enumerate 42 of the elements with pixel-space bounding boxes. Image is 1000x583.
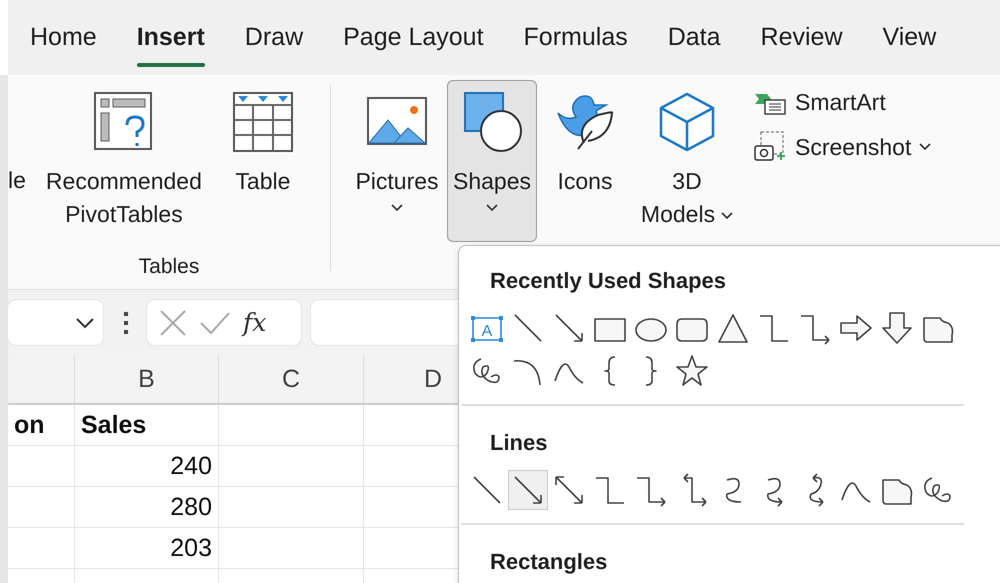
shapes-button[interactable]: Shapes [447, 80, 537, 242]
shape-option[interactable] [508, 470, 548, 510]
ribbon-tab[interactable]: Draw [224, 0, 324, 75]
section-heading: Rectangles [490, 549, 608, 576]
camera-icon [753, 130, 787, 164]
section-heading: Lines [490, 430, 548, 457]
left-brace-icon [603, 355, 617, 387]
more-options-icon[interactable] [123, 310, 129, 334]
ribbon-tab[interactable]: Data [648, 0, 741, 75]
button-label[interactable]: le [8, 167, 26, 195]
table-cell [8, 487, 75, 528]
table-cell: 280 [75, 487, 219, 528]
section-heading: Recently Used Shapes [490, 268, 727, 295]
table-cell: on [8, 405, 75, 446]
table-cell: 203 [75, 528, 219, 569]
pictures-button[interactable]: Pictures [351, 80, 443, 242]
screenshot-button[interactable]: Screenshot [749, 128, 936, 166]
chevron-down-icon [75, 316, 95, 328]
ribbon-tab[interactable]: Formulas [504, 0, 648, 75]
ribbon-tab[interactable]: View [862, 0, 956, 75]
smartart-button[interactable]: SmartArt [749, 87, 936, 118]
column-header[interactable]: C [219, 355, 364, 403]
icons-button[interactable]: Icons [549, 80, 621, 242]
check-icon[interactable] [199, 310, 231, 334]
group-label: Tables [138, 255, 200, 279]
table-cell [8, 528, 75, 569]
star-icon [674, 353, 710, 389]
ribbon-tab[interactable]: Insert [116, 0, 225, 75]
table-button[interactable]: Table [224, 80, 302, 242]
shapes-icon [461, 89, 523, 155]
table-cell: Sales [75, 405, 219, 446]
insert-function-button[interactable]: fx [243, 308, 266, 337]
ribbon-tab[interactable]: Page Layout [323, 0, 504, 75]
column-header[interactable]: B [75, 355, 219, 403]
recommended-pivot-button[interactable]: Recommended PivotTables [34, 80, 214, 242]
table-cell: 240 [75, 446, 219, 487]
table-cell [8, 446, 75, 487]
table-icon [232, 89, 294, 155]
ribbon-tab[interactable]: Review [740, 0, 863, 75]
right-brace-icon [644, 355, 658, 387]
ribbon-tab[interactable]: Home [10, 0, 117, 75]
models-button[interactable]: 3D Models [637, 80, 737, 242]
